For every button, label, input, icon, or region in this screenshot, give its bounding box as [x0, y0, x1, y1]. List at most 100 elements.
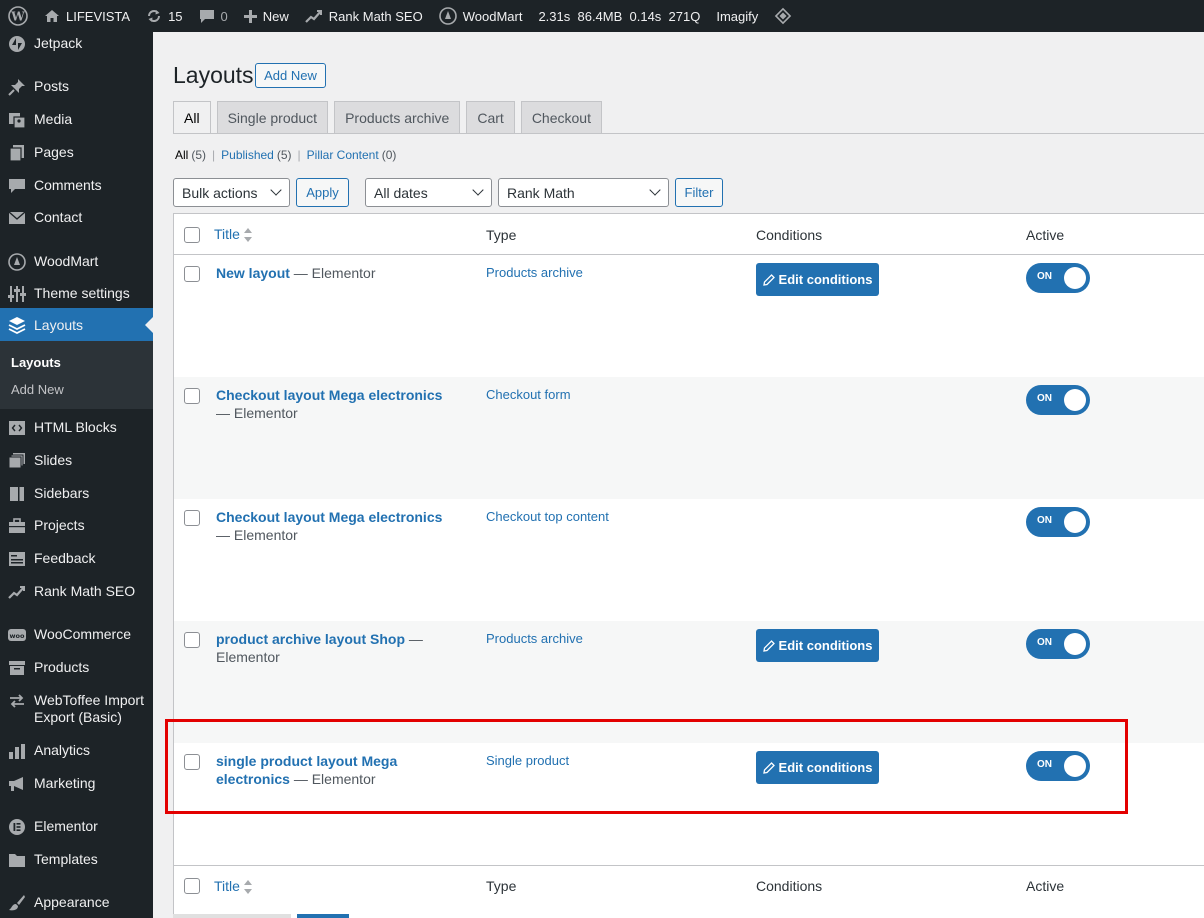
- row-checkbox[interactable]: [184, 266, 200, 282]
- view-pillar-count: (0): [381, 148, 397, 162]
- sidebar-item-webtoffee[interactable]: WebToffee Import Export (Basic): [0, 691, 153, 726]
- elementor-icon: [7, 817, 27, 837]
- bar-chart-icon: [7, 741, 27, 761]
- sidebar-item-comments[interactable]: Comments: [0, 176, 153, 196]
- rank-math-filter-select[interactable]: Rank Math: [498, 178, 669, 207]
- new-content-link[interactable]: New: [236, 0, 297, 32]
- active-toggle[interactable]: ON: [1026, 507, 1090, 537]
- brush-icon: [7, 893, 27, 913]
- woodmart-icon: [7, 252, 27, 272]
- submenu-add-new[interactable]: Add New: [11, 382, 64, 397]
- row-checkbox[interactable]: [184, 388, 200, 404]
- edit-conditions-button[interactable]: Edit conditions: [756, 263, 879, 296]
- layout-title-link[interactable]: Checkout layout Mega electronics: [216, 509, 442, 525]
- sidebar-item-analytics[interactable]: Analytics: [0, 741, 153, 761]
- imagify-link[interactable]: Imagify: [708, 0, 766, 32]
- layout-type-link[interactable]: Checkout top content: [486, 509, 609, 524]
- table-footer: Title Type Conditions Active: [174, 865, 1204, 918]
- view-published[interactable]: Published: [221, 148, 274, 162]
- tab-products-archive[interactable]: Products archive: [334, 101, 461, 134]
- sidebar-item-projects[interactable]: Projects: [0, 516, 153, 536]
- tab-single-product[interactable]: Single product: [216, 101, 329, 134]
- table-row: Checkout layout Mega electronics — Eleme…: [174, 499, 1204, 621]
- import-export-icon: [7, 691, 27, 711]
- comments-link[interactable]: 0: [191, 0, 236, 32]
- performance-stats[interactable]: 2.31s 86.4MB 0.14s 271Q: [530, 0, 708, 32]
- comment-icon: [7, 176, 27, 196]
- edit-conditions-button[interactable]: Edit conditions: [756, 629, 879, 662]
- table-row: Checkout layout Mega electronics — Eleme…: [174, 377, 1204, 499]
- submenu-layouts[interactable]: Layouts: [11, 355, 61, 370]
- sidebar-item-appearance[interactable]: Appearance: [0, 893, 153, 913]
- woodmart-link[interactable]: WoodMart: [431, 0, 531, 32]
- diamond-icon[interactable]: [766, 0, 800, 32]
- sidebar-item-woodmart[interactable]: WoodMart: [0, 252, 153, 272]
- home-icon: [44, 9, 60, 23]
- column-title-header[interactable]: Title: [214, 226, 252, 243]
- sidebar-item-layouts[interactable]: Layouts: [0, 308, 153, 342]
- sidebar-item-sidebars[interactable]: Sidebars: [0, 484, 153, 504]
- column-active-header: Active: [1026, 227, 1065, 243]
- builder-label: — Elementor: [293, 265, 376, 281]
- layout-title-link[interactable]: New layout: [216, 265, 290, 281]
- active-toggle[interactable]: ON: [1026, 263, 1090, 293]
- bottom-bulk-select-edge: [173, 914, 291, 918]
- sidebar-item-contact[interactable]: Contact: [0, 208, 153, 228]
- archive-icon: [7, 658, 27, 678]
- sidebar-item-posts[interactable]: Posts: [0, 77, 153, 97]
- briefcase-icon: [7, 516, 27, 536]
- column-active-footer: Active: [1026, 878, 1065, 894]
- pin-icon: [7, 77, 27, 97]
- tab-all[interactable]: All: [173, 101, 211, 134]
- rank-math-link[interactable]: Rank Math SEO: [297, 0, 431, 32]
- layout-title-link[interactable]: product archive layout Shop: [216, 631, 405, 647]
- builder-label: — Elementor: [216, 527, 298, 543]
- filter-button[interactable]: Filter: [675, 178, 723, 207]
- sidebar-item-rank-math[interactable]: Rank Math SEO: [0, 582, 153, 602]
- updates-link[interactable]: 15: [138, 0, 190, 32]
- row-title-cell: Checkout layout Mega electronics — Eleme…: [216, 508, 456, 544]
- date-filter-select[interactable]: All dates: [365, 178, 492, 207]
- sidebar-item-products[interactable]: Products: [0, 658, 153, 678]
- plus-icon: [243, 9, 257, 23]
- layout-type-link[interactable]: Products archive: [486, 265, 583, 280]
- sidebar-item-templates[interactable]: Templates: [0, 850, 153, 870]
- sidebar-item-feedback[interactable]: Feedback: [0, 549, 153, 569]
- sidebar-item-pages[interactable]: Pages: [0, 143, 153, 163]
- status-views: All (5) | Published (5) | Pillar Content…: [175, 148, 397, 162]
- layout-title-link[interactable]: Checkout layout Mega electronics: [216, 387, 442, 403]
- active-toggle[interactable]: ON: [1026, 385, 1090, 415]
- row-checkbox[interactable]: [184, 632, 200, 648]
- layout-type-link[interactable]: Checkout form: [486, 387, 571, 402]
- sidebar-item-html-blocks[interactable]: HTML Blocks: [0, 418, 153, 438]
- jetpack-icon: [7, 34, 27, 54]
- view-all[interactable]: All: [175, 148, 188, 162]
- select-all-checkbox[interactable]: [184, 227, 200, 243]
- sidebar-item-media[interactable]: Media: [0, 110, 153, 130]
- add-new-button[interactable]: Add New: [255, 63, 326, 88]
- view-pillar-content[interactable]: Pillar Content: [307, 148, 379, 162]
- select-all-checkbox-footer[interactable]: [184, 878, 200, 894]
- sidebar-item-slides[interactable]: Slides: [0, 451, 153, 471]
- code-block-icon: [7, 418, 27, 438]
- site-name-link[interactable]: LIFEVISTA: [36, 0, 138, 32]
- row-checkbox[interactable]: [184, 510, 200, 526]
- sidebar-item-elementor[interactable]: Elementor: [0, 817, 153, 837]
- feedback-icon: [7, 549, 27, 569]
- wordpress-logo-icon[interactable]: W: [0, 0, 36, 32]
- tab-checkout[interactable]: Checkout: [520, 101, 602, 134]
- column-title-footer[interactable]: Title: [214, 878, 252, 895]
- layout-type-link[interactable]: Products archive: [486, 631, 583, 646]
- sidebar-item-theme-settings[interactable]: Theme settings: [0, 284, 153, 304]
- sliders-icon: [7, 284, 27, 304]
- active-toggle[interactable]: ON: [1026, 629, 1090, 659]
- sidebar-item-jetpack[interactable]: Jetpack: [0, 34, 153, 54]
- bulk-actions-select[interactable]: Bulk actions: [173, 178, 290, 207]
- apply-button[interactable]: Apply: [296, 178, 349, 207]
- sidebar-item-marketing[interactable]: Marketing: [0, 774, 153, 794]
- tab-cart[interactable]: Cart: [466, 101, 515, 134]
- chevron-down-icon: [270, 184, 282, 196]
- pencil-icon: [762, 273, 775, 286]
- chevron-down-icon: [649, 184, 661, 196]
- sidebar-item-woocommerce[interactable]: woo WooCommerce: [0, 625, 153, 645]
